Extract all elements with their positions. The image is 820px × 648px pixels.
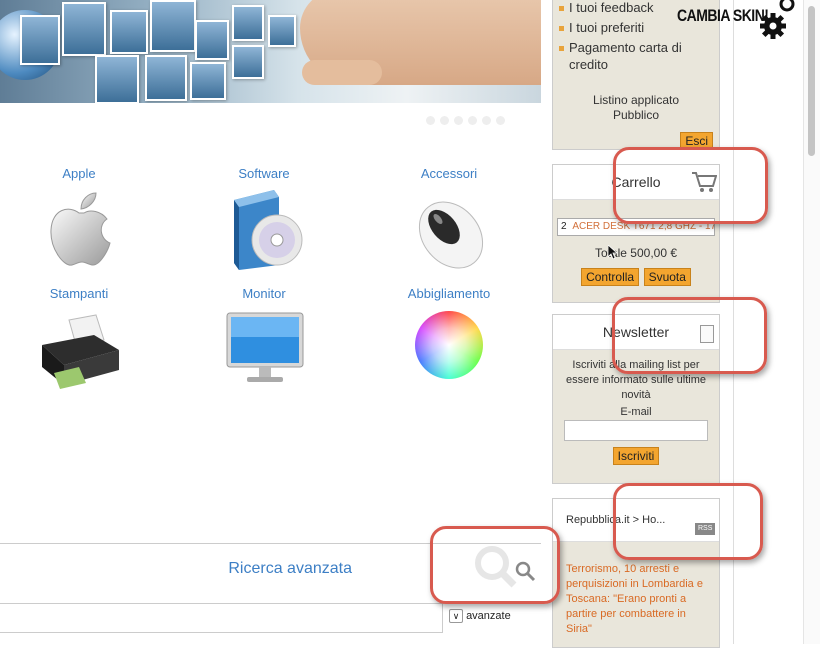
chevron-down-icon: ∨ [449, 609, 463, 623]
printer-icon[interactable] [34, 305, 124, 393]
software-box-icon[interactable] [219, 185, 309, 273]
category-monitor[interactable]: Monitor [189, 285, 339, 393]
category-label[interactable]: Monitor [189, 285, 339, 303]
annotation-ring-cart [613, 147, 768, 224]
category-stampanti[interactable]: Stampanti [4, 285, 154, 393]
email-field[interactable] [564, 420, 708, 441]
annotation-ring-search [430, 526, 560, 604]
monitor-icon[interactable] [219, 305, 309, 393]
color-wheel-icon[interactable] [404, 311, 494, 399]
cart-total: Totale 500,00 € [594, 246, 678, 260]
slider-dots[interactable] [426, 112, 541, 125]
gear-icon[interactable] [759, 0, 797, 42]
advanced-link[interactable]: avanzate [466, 610, 511, 622]
finger-image [302, 60, 382, 85]
category-label[interactable]: Accessori [374, 165, 524, 183]
annotation-ring-newsletter [612, 297, 767, 374]
category-label[interactable]: Abbigliamento [374, 285, 524, 303]
empty-cart-button[interactable]: Svuota [643, 268, 691, 286]
category-label[interactable]: Software [189, 165, 339, 183]
mouse-icon[interactable] [404, 185, 494, 273]
annotation-ring-rss [613, 483, 763, 560]
category-apple[interactable]: Apple [4, 165, 154, 273]
hero-banner[interactable] [0, 0, 542, 103]
subscribe-button[interactable]: Iscriviti [612, 447, 660, 465]
apple-logo-icon[interactable] [34, 185, 124, 273]
check-cart-button[interactable]: Controlla [581, 268, 640, 286]
cart-item-qty: 2 [561, 221, 567, 232]
advanced-search-label[interactable]: Ricerca avanzata [0, 560, 352, 578]
email-label: E-mail [620, 406, 652, 418]
category-label[interactable]: Apple [4, 165, 154, 183]
category-label[interactable]: Stampanti [4, 285, 154, 303]
advanced-toggle[interactable]: ∨ avanzate [449, 609, 511, 623]
mouse-cursor-icon [607, 244, 619, 260]
price-list-label: Listino applicato [592, 93, 680, 107]
link-pagamento[interactable]: Pagamento carta di credito [559, 39, 713, 73]
search-input[interactable] [0, 603, 443, 633]
category-accessori[interactable]: Accessori [374, 165, 524, 273]
change-skin-label[interactable]: CAMBIA SKIN! [677, 5, 769, 24]
scrollbar-thumb[interactable] [808, 6, 815, 156]
price-list-value: Pubblico [612, 108, 660, 122]
category-software[interactable]: Software [189, 165, 339, 273]
category-abbigliamento[interactable]: Abbigliamento [374, 285, 524, 399]
